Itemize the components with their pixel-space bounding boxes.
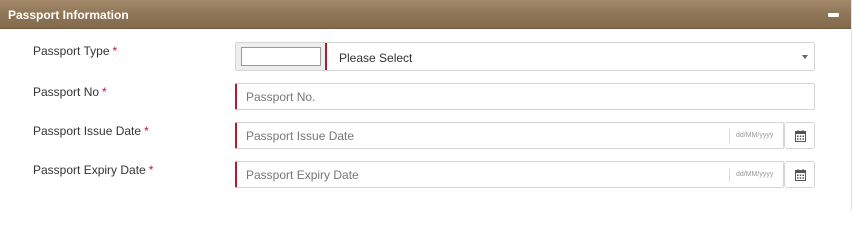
- passport-type-prefix-input[interactable]: [241, 47, 321, 66]
- passport-expiry-date-input[interactable]: [235, 161, 784, 188]
- calendar-icon: [795, 169, 806, 181]
- passport-type-select[interactable]: Please Select: [235, 42, 815, 71]
- caret-down-icon[interactable]: [802, 55, 808, 59]
- issue-date-calendar-button[interactable]: [784, 122, 815, 149]
- passport-expiry-date-label: Passport Expiry Date *: [33, 163, 154, 177]
- passport-type-label: Passport Type *: [33, 44, 118, 58]
- passport-type-selected-value: Please Select: [339, 51, 413, 65]
- passport-issue-date-label: Passport Issue Date *: [33, 124, 149, 138]
- calendar-icon: [795, 130, 806, 142]
- required-mark: *: [148, 163, 154, 177]
- passport-type-prefix: [236, 43, 327, 70]
- date-format-hint: dd/MM/yyyy: [729, 168, 773, 182]
- expiry-date-calendar-button[interactable]: [784, 161, 815, 188]
- passport-no-label: Passport No *: [33, 85, 107, 99]
- required-mark: *: [102, 85, 107, 99]
- panel-title: Passport Information: [8, 8, 129, 22]
- passport-issue-date-input[interactable]: [235, 122, 784, 149]
- date-format-hint: dd/MM/yyyy: [729, 129, 773, 143]
- passport-no-input[interactable]: [235, 83, 815, 110]
- required-mark: *: [112, 44, 118, 58]
- minus-icon[interactable]: [828, 13, 839, 17]
- panel-header: Passport Information: [0, 0, 851, 29]
- passport-information-panel: Passport Information Passport Type * Plea…: [0, 0, 852, 211]
- required-mark: *: [144, 124, 149, 138]
